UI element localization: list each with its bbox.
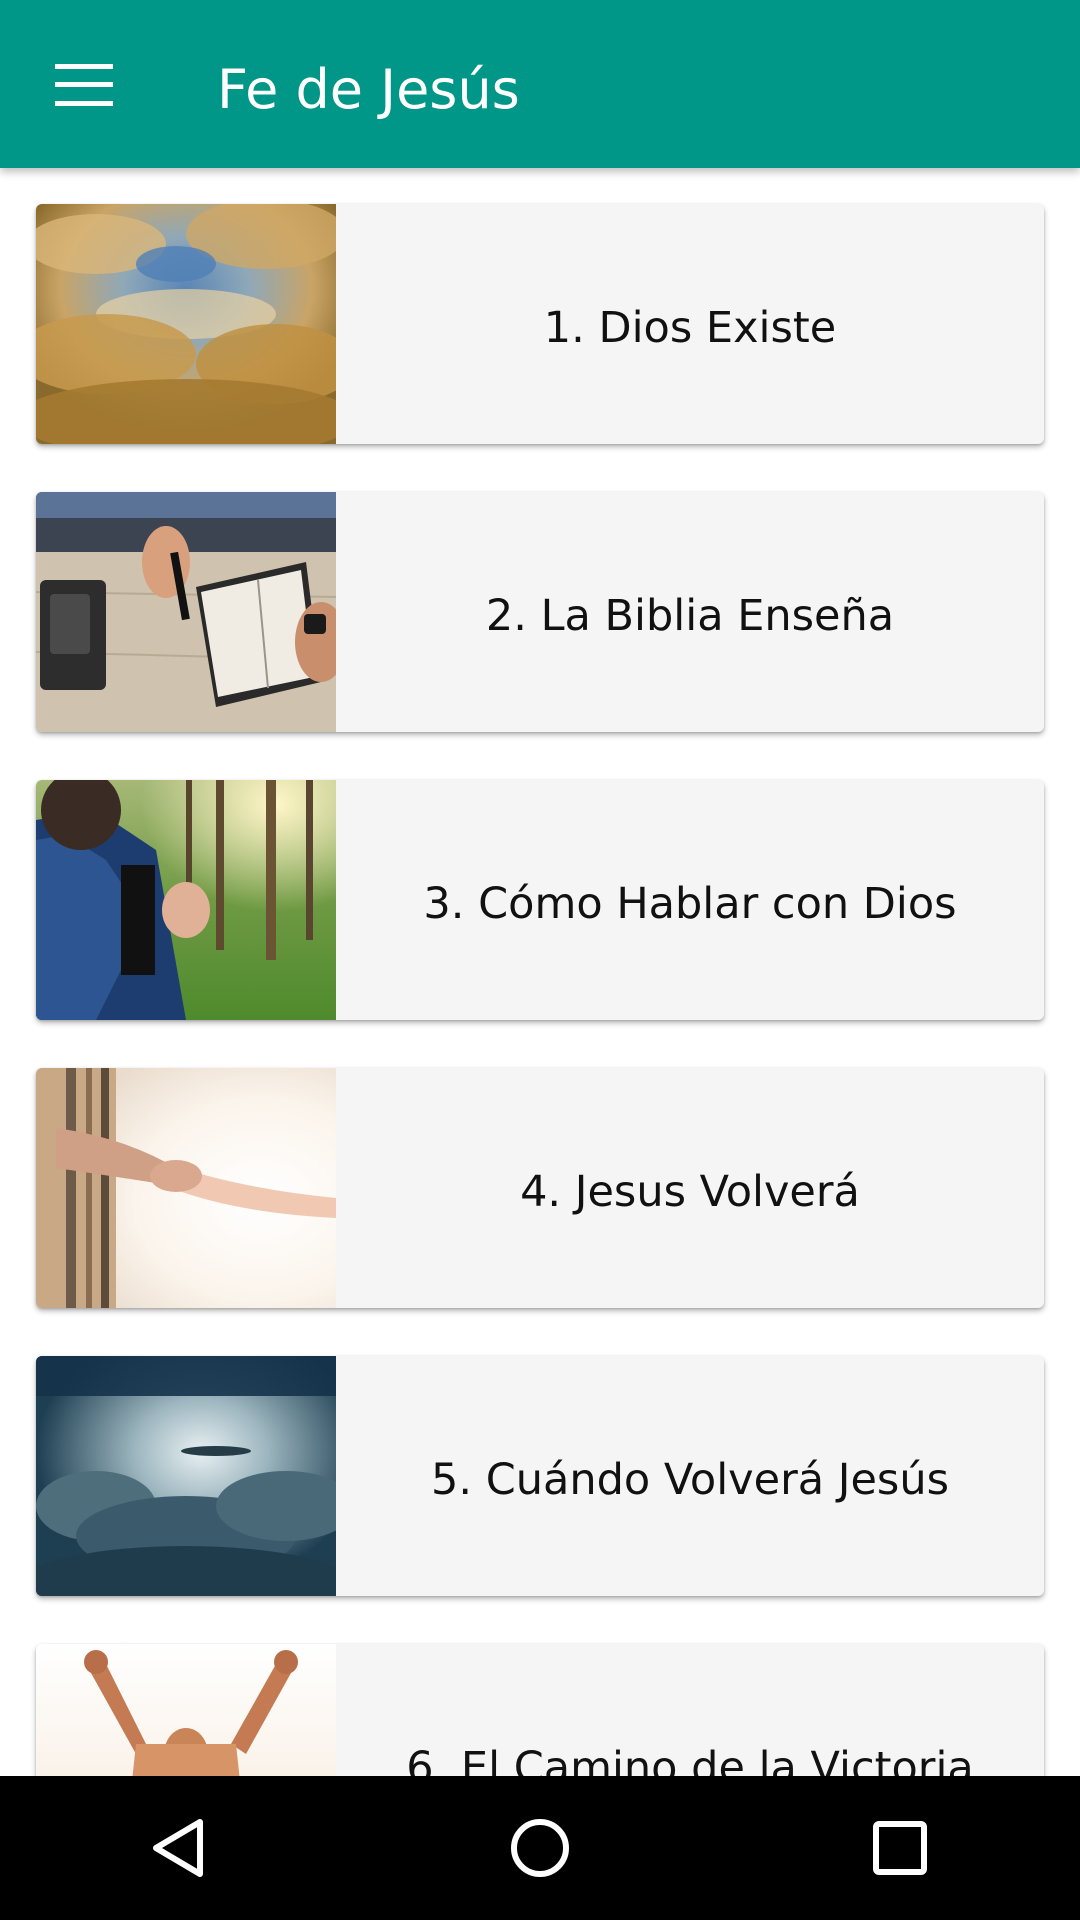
home-circle-icon	[511, 1819, 569, 1877]
app-screen: Fe de Jesús 1. Dios Existe 2. La Biblia …	[0, 0, 1080, 1920]
lesson-card-3[interactable]: 3. Cómo Hablar con Dios	[36, 780, 1044, 1020]
system-navigation-bar	[0, 1776, 1080, 1920]
home-button[interactable]	[480, 1788, 600, 1908]
lesson-list[interactable]: 1. Dios Existe 2. La Biblia Enseña 3. Có…	[0, 168, 1080, 1776]
back-button[interactable]	[120, 1788, 240, 1908]
lesson-thumbnail-reaching-hands	[36, 1068, 336, 1308]
lesson-thumbnail-dark-clouds	[36, 1356, 336, 1596]
app-toolbar: Fe de Jesús	[0, 0, 1080, 168]
lesson-card-4[interactable]: 4. Jesus Volverá	[36, 1068, 1044, 1308]
lesson-title: 3. Cómo Hablar con Dios	[423, 879, 957, 929]
lesson-card-6[interactable]: 6. El Camino de la Victoria	[36, 1644, 1044, 1776]
lesson-card-5[interactable]: 5. Cuándo Volverá Jesús	[36, 1356, 1044, 1596]
lesson-title: 1. Dios Existe	[543, 303, 837, 353]
lesson-card-1[interactable]: 1. Dios Existe	[36, 204, 1044, 444]
lesson-thumbnail-golden-clouds	[36, 204, 336, 444]
recents-button[interactable]	[840, 1788, 960, 1908]
lesson-title: 2. La Biblia Enseña	[485, 591, 895, 641]
lesson-thumbnail-bible-study	[36, 492, 336, 732]
lesson-title: 6. El Camino de la Victoria	[406, 1743, 974, 1776]
back-triangle-icon	[153, 1819, 203, 1877]
lesson-card-2[interactable]: 2. La Biblia Enseña	[36, 492, 1044, 732]
menu-button[interactable]	[30, 40, 138, 130]
recents-square-icon	[873, 1821, 927, 1875]
lesson-thumbnail-prayer-forest	[36, 780, 336, 1020]
lesson-title: 5. Cuándo Volverá Jesús	[431, 1455, 949, 1505]
lesson-thumbnail-victory	[36, 1644, 336, 1776]
lesson-title: 4. Jesus Volverá	[520, 1167, 860, 1217]
hamburger-menu-icon	[55, 64, 113, 106]
app-title: Fe de Jesús	[217, 58, 520, 121]
